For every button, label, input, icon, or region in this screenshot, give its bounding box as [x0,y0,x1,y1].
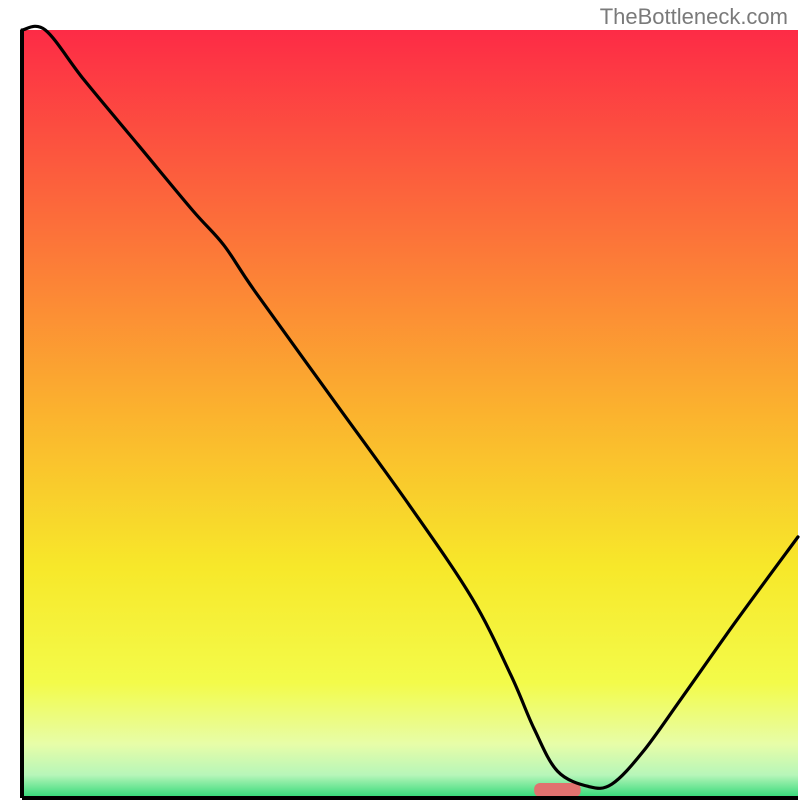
chart-svg [0,0,800,800]
chart-canvas: TheBottleneck.com [0,0,800,800]
optimal-marker [534,783,581,797]
